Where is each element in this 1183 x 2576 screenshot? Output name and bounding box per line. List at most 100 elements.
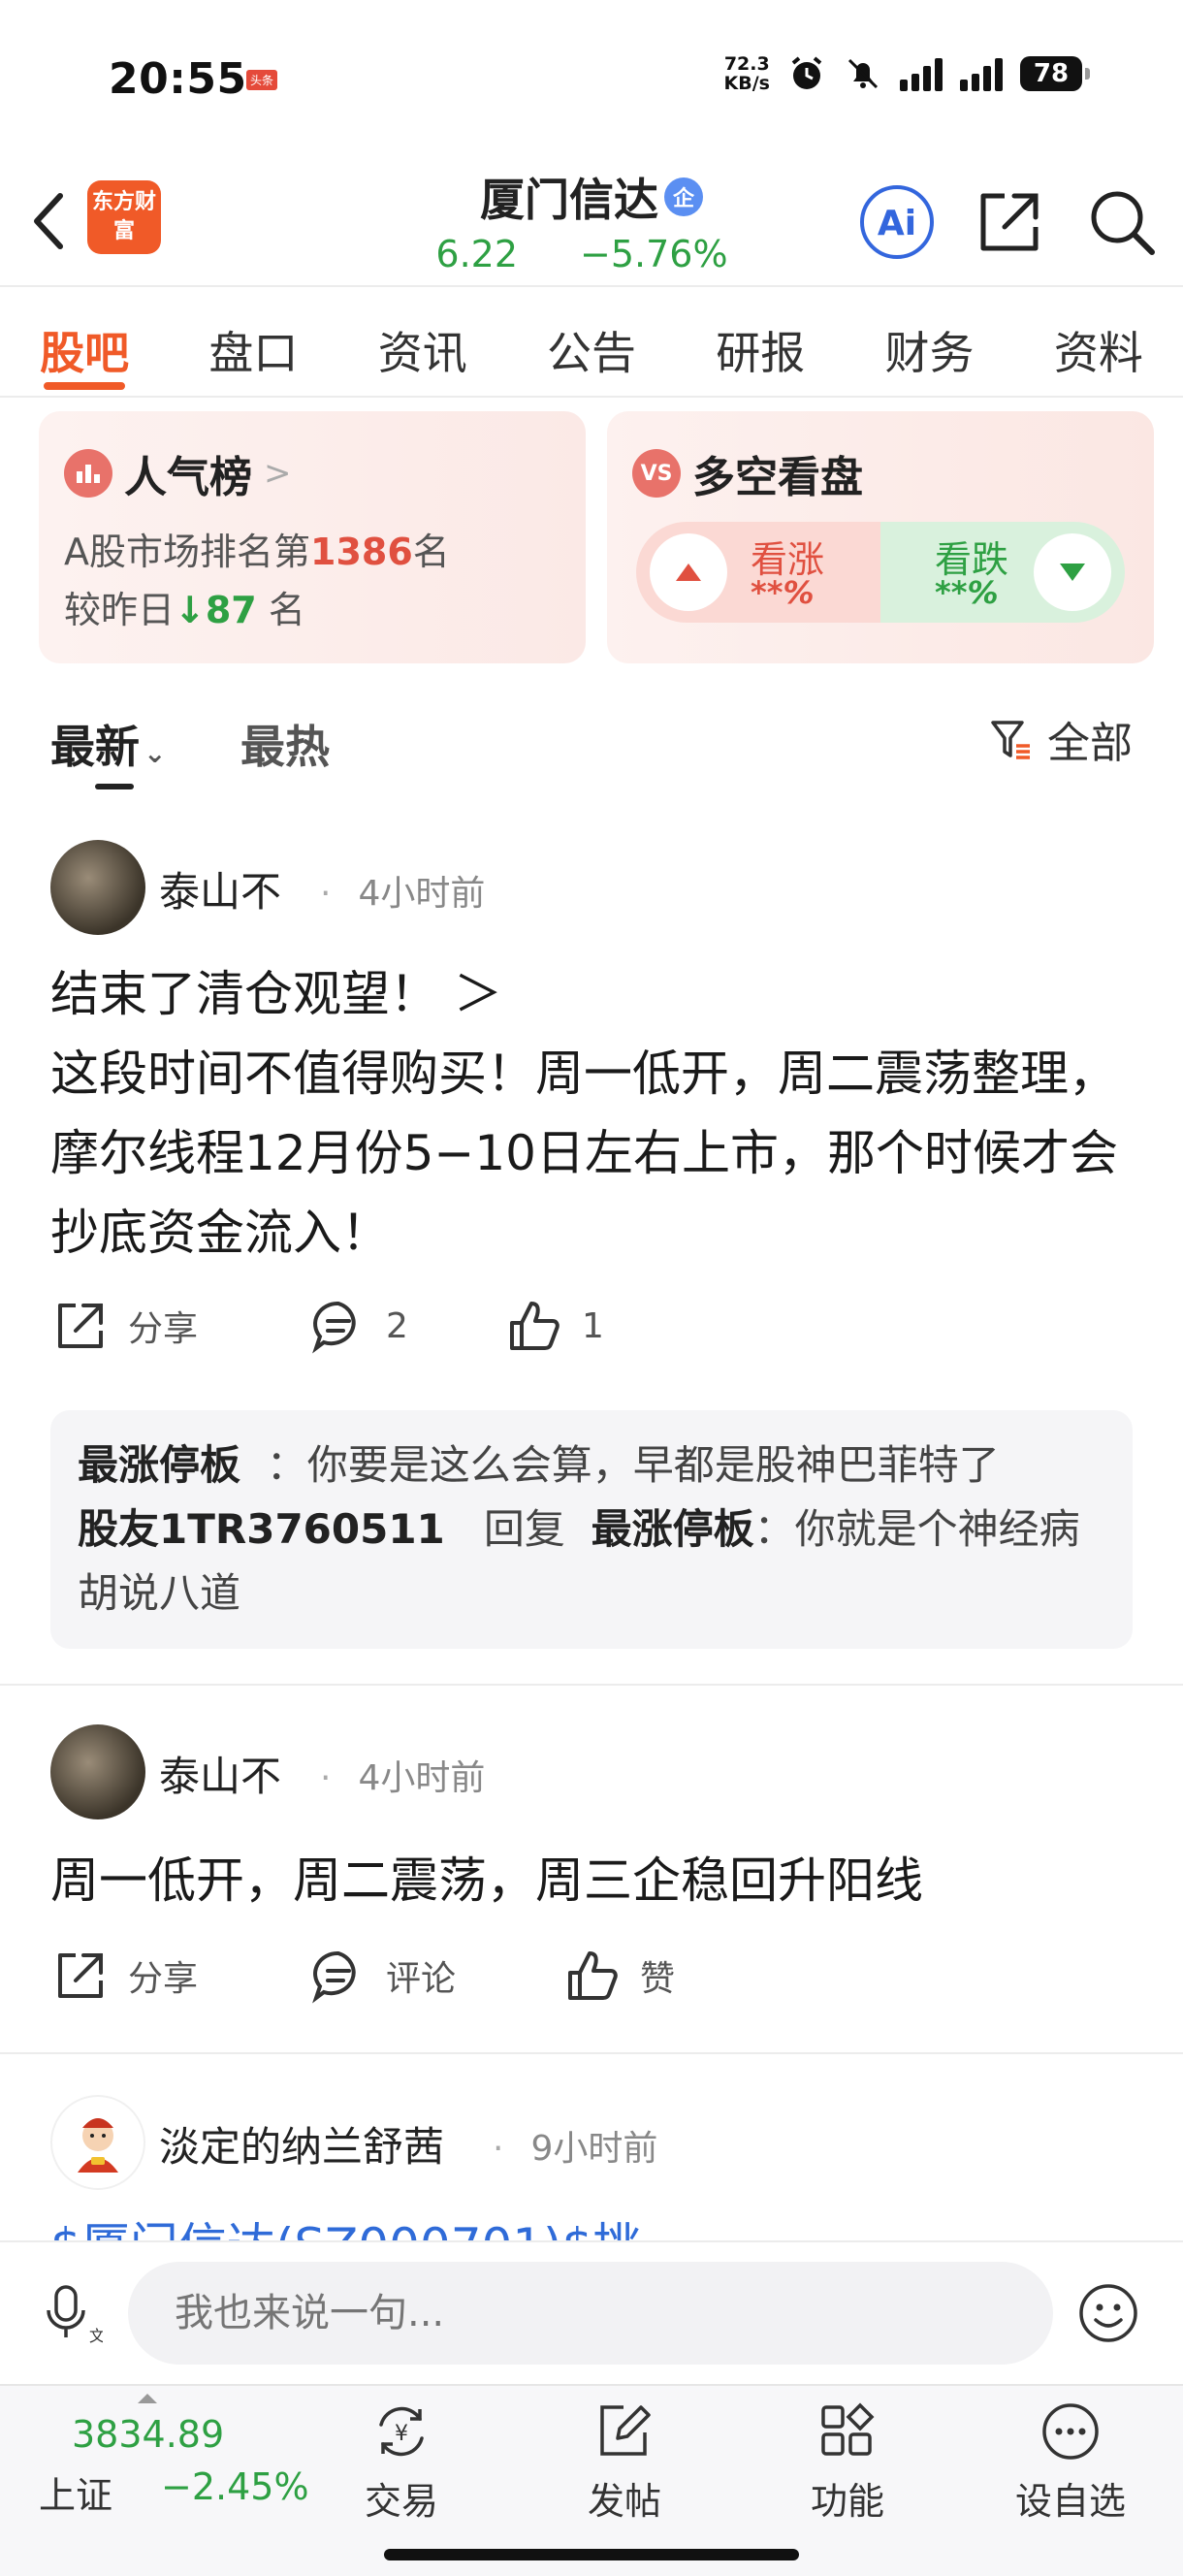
share-label: 分享 bbox=[128, 1309, 199, 1349]
chevron-down-icon: ⌄ bbox=[144, 737, 167, 769]
compare-suffix: 名 bbox=[268, 589, 305, 631]
avatar[interactable] bbox=[50, 1724, 145, 1819]
post-body[interactable]: 结束了清仓观望！ ＞ 这段时间不值得购买！周一低开，周二震荡整理，摩尔线程12月… bbox=[50, 954, 1146, 1272]
post-body[interactable]: 周一低开，周二震荡，周三企稳回升阳线 bbox=[50, 1841, 1146, 1920]
svg-text:文: 文 bbox=[89, 2327, 103, 2345]
post-actions: 分享 2 1 bbox=[50, 1296, 1117, 1373]
triangle-up-icon bbox=[650, 533, 727, 611]
like-count: 1 bbox=[582, 1305, 604, 1346]
filter-icon bbox=[991, 721, 1030, 759]
reply-preview[interactable]: 最涨停板 ：你要是这么会算，早都是股神巴菲特了 股友1TR3760511 回复 … bbox=[50, 1410, 1133, 1649]
index-change[interactable]: −2.45% bbox=[161, 2465, 309, 2508]
comment-icon bbox=[312, 1301, 356, 1354]
tab-guba[interactable]: 股吧 bbox=[0, 289, 169, 396]
signal-icon bbox=[900, 56, 943, 91]
stock-header: 东方财富 厦门信达 企 6.22 −5.76% Ai bbox=[0, 155, 1183, 287]
caret-up-icon bbox=[138, 2394, 157, 2403]
reply-word: 回复 bbox=[483, 1505, 565, 1553]
tab-profile[interactable]: 资料 bbox=[1014, 289, 1183, 396]
stock-link[interactable]: $厦门信达(SZ000701)$挑 bbox=[50, 2217, 642, 2242]
reply-user[interactable]: 股友1TR3760511 bbox=[78, 1505, 445, 1553]
share-button[interactable]: 分享 bbox=[50, 1946, 198, 2006]
comment-button[interactable]: 2 bbox=[308, 1296, 408, 1356]
tab-announcements[interactable]: 公告 bbox=[507, 289, 676, 396]
alarm-icon bbox=[791, 56, 822, 89]
net-speed: 72.3 KB/s bbox=[724, 54, 770, 93]
status-bar: 20:55 头条 72.3 KB/s 78 bbox=[0, 0, 1183, 155]
thumbs-up-icon bbox=[568, 1951, 618, 2000]
sort-latest[interactable]: 最新 ⌄ bbox=[50, 712, 167, 789]
vote-bullish-button[interactable]: 看涨 **% bbox=[636, 522, 880, 623]
sort-hot[interactable]: 最热 bbox=[240, 712, 330, 776]
post-time: 4小时前 bbox=[320, 1750, 485, 1800]
chevron-right-icon: > bbox=[264, 454, 292, 493]
share-label: 分享 bbox=[128, 1959, 199, 1999]
popularity-rank-card[interactable]: 人气榜 > A股市场排名第1386名 较昨日↓87 名 bbox=[39, 411, 586, 663]
bottom-nav: 3834.89 上证 −2.45% ¥ 交易 发帖 功能 设自选 bbox=[0, 2384, 1183, 2576]
stock-name: 厦门信达 bbox=[480, 174, 658, 226]
mute-bell-icon bbox=[847, 58, 879, 89]
nav-post[interactable]: 发帖 bbox=[547, 2399, 702, 2525]
post-time: 4小时前 bbox=[320, 865, 485, 916]
home-indicator[interactable] bbox=[384, 2549, 799, 2560]
triangle-down-icon bbox=[1034, 533, 1111, 611]
share-icon bbox=[58, 1304, 103, 1348]
post-author[interactable]: 泰山不 bbox=[159, 859, 281, 918]
nav-functions[interactable]: 功能 bbox=[770, 2399, 925, 2525]
search-icon[interactable] bbox=[1082, 182, 1162, 262]
tab-finance[interactable]: 财务 bbox=[845, 289, 1013, 396]
rank-chart-icon bbox=[64, 449, 112, 498]
comment-bar: 文 bbox=[0, 2240, 1183, 2384]
like-button[interactable]: 1 bbox=[504, 1296, 604, 1356]
nav-post-label: 发帖 bbox=[587, 2480, 661, 2523]
tab-pankou[interactable]: 盘口 bbox=[169, 289, 337, 396]
share-button[interactable]: 分享 bbox=[50, 1296, 198, 1356]
bullish-pct: **% bbox=[751, 574, 815, 611]
rank-suffix: 名 bbox=[412, 531, 450, 573]
edit-icon bbox=[600, 2405, 651, 2456]
post-author[interactable]: 泰山不 bbox=[159, 1744, 281, 1803]
net-speed-value: 72.3 bbox=[723, 53, 770, 75]
post-author[interactable]: 淡定的纳兰舒茜 bbox=[159, 2114, 444, 2174]
post-actions: 分享 评论 赞 bbox=[50, 1946, 1117, 2023]
arrow-down-icon: ↓ bbox=[175, 589, 206, 631]
index-value[interactable]: 3834.89 bbox=[72, 2413, 224, 2456]
divider bbox=[0, 1684, 1183, 1686]
status-tag: 头条 bbox=[246, 70, 278, 90]
vote-bearish-button[interactable]: 看跌 **% bbox=[880, 522, 1125, 623]
sort-row: 最新 ⌄ 最热 全部 bbox=[0, 698, 1183, 789]
ai-icon[interactable]: Ai bbox=[857, 182, 937, 262]
compare-prefix: 较昨日 bbox=[64, 589, 176, 631]
index-name[interactable]: 上证 bbox=[39, 2465, 112, 2519]
tab-research[interactable]: 研报 bbox=[676, 289, 845, 396]
nav-trade[interactable]: ¥ 交易 bbox=[324, 2399, 479, 2525]
comment-count: 2 bbox=[386, 1305, 408, 1346]
comment-input[interactable] bbox=[128, 2262, 1053, 2365]
avatar[interactable] bbox=[50, 2095, 145, 2190]
reply-line-2: 股友1TR3760511 回复 最涨停板：你就是个神经病胡说八道 bbox=[78, 1497, 1105, 1626]
divider bbox=[0, 2052, 1183, 2054]
rank-value: 1386 bbox=[310, 531, 413, 573]
share-icon bbox=[58, 1953, 103, 1998]
nav-watchlist-label: 设自选 bbox=[1014, 2480, 1126, 2523]
net-speed-unit: KB/s bbox=[723, 73, 770, 94]
emoji-icon[interactable] bbox=[1076, 2281, 1140, 2345]
voice-input-icon[interactable]: 文 bbox=[39, 2281, 103, 2345]
share-icon[interactable] bbox=[970, 182, 1049, 262]
like-button[interactable]: 赞 bbox=[562, 1946, 675, 2006]
enterprise-badge: 企 bbox=[664, 177, 703, 216]
nav-watchlist[interactable]: 设自选 bbox=[993, 2399, 1148, 2525]
bull-bear-card: VS 多空看盘 看涨 **% 看跌 **% bbox=[607, 411, 1154, 663]
reply-user[interactable]: 最涨停板 bbox=[78, 1441, 240, 1489]
comment-icon bbox=[312, 1950, 356, 2004]
svg-text:Ai: Ai bbox=[878, 204, 916, 243]
comment-button[interactable]: 评论 bbox=[308, 1946, 456, 2006]
stock-price: 6.22 bbox=[435, 233, 519, 275]
like-label: 赞 bbox=[640, 1959, 676, 1999]
tab-news[interactable]: 资讯 bbox=[338, 289, 507, 396]
filter-button[interactable]: 全部 bbox=[989, 708, 1133, 770]
svg-text:¥: ¥ bbox=[395, 2422, 408, 2446]
avatar[interactable] bbox=[50, 840, 145, 935]
fortune-god-avatar-icon bbox=[78, 2118, 118, 2173]
reply-target-user[interactable]: 最涨停板 bbox=[592, 1505, 754, 1553]
